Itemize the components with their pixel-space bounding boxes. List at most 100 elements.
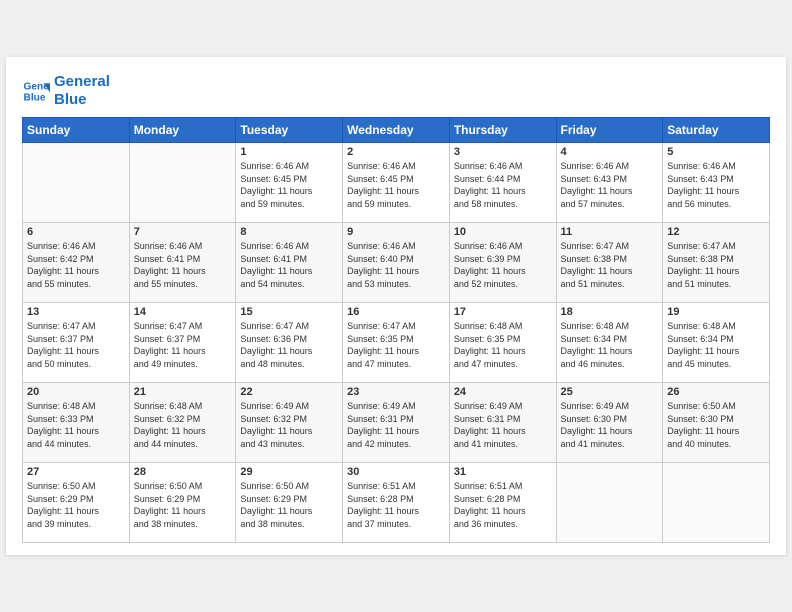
calendar-cell: 31 Sunrise: 6:51 AM Sunset: 6:28 PM Dayli… bbox=[449, 463, 556, 543]
calendar-cell: 27Sunrise: 6:50 AM Sunset: 6:29 PM Dayli… bbox=[23, 463, 130, 543]
svg-text:Blue: Blue bbox=[24, 92, 46, 103]
day-number: 31 bbox=[454, 466, 552, 478]
calendar-cell bbox=[129, 143, 236, 223]
calendar-cell: 15Sunrise: 6:47 AM Sunset: 6:36 PM Dayli… bbox=[236, 303, 343, 383]
cell-info: Sunrise: 6:48 AM Sunset: 6:34 PM Dayligh… bbox=[561, 320, 659, 370]
calendar-cell: 8 Sunrise: 6:46 AM Sunset: 6:41 PM Daylig… bbox=[236, 223, 343, 303]
day-number: 6 bbox=[27, 226, 125, 238]
day-number: 7 bbox=[134, 226, 232, 238]
calendar-cell: 9 Sunrise: 6:46 AM Sunset: 6:40 PM Daylig… bbox=[343, 223, 450, 303]
cell-info: Sunrise: 6:48 AM Sunset: 6:35 PM Dayligh… bbox=[454, 320, 552, 370]
day-number: 12 bbox=[667, 226, 765, 238]
cell-info: Sunrise: 6:49 AM Sunset: 6:31 PM Dayligh… bbox=[454, 400, 552, 450]
cell-info: Sunrise: 6:46 AM Sunset: 6:45 PM Dayligh… bbox=[347, 160, 445, 210]
day-number: 14 bbox=[134, 306, 232, 318]
calendar-cell: 7 Sunrise: 6:46 AM Sunset: 6:41 PM Daylig… bbox=[129, 223, 236, 303]
cell-info: Sunrise: 6:50 AM Sunset: 6:29 PM Dayligh… bbox=[27, 480, 125, 530]
day-number: 3 bbox=[454, 146, 552, 158]
calendar-cell: 30 Sunrise: 6:51 AM Sunset: 6:28 PM Dayli… bbox=[343, 463, 450, 543]
day-number: 26 bbox=[667, 386, 765, 398]
calendar-week-row: 1 Sunrise: 6:46 AM Sunset: 6:45 PM Daylig… bbox=[23, 143, 770, 223]
cell-info: Sunrise: 6:46 AM Sunset: 6:42 PM Dayligh… bbox=[27, 240, 125, 290]
day-number: 18 bbox=[561, 306, 659, 318]
calendar-cell: 5 Sunrise: 6:46 AM Sunset: 6:43 PM Daylig… bbox=[663, 143, 770, 223]
logo-blue: Blue bbox=[54, 91, 110, 109]
calendar-cell: 25 Sunrise: 6:49 AM Sunset: 6:30 PM Dayli… bbox=[556, 383, 663, 463]
day-number: 25 bbox=[561, 386, 659, 398]
calendar-cell: 20Sunrise: 6:48 AM Sunset: 6:33 PM Dayli… bbox=[23, 383, 130, 463]
calendar-week-row: 13 Sunrise: 6:47 AM Sunset: 6:37 PM Dayli… bbox=[23, 303, 770, 383]
calendar-header-row: SundayMondayTuesdayWednesdayThursdayFrid… bbox=[23, 118, 770, 143]
calendar-cell bbox=[663, 463, 770, 543]
cell-info: Sunrise: 6:47 AM Sunset: 6:37 PM Dayligh… bbox=[27, 320, 125, 370]
calendar-table: SundayMondayTuesdayWednesdayThursdayFrid… bbox=[22, 117, 770, 543]
weekday-header: Wednesday bbox=[343, 118, 450, 143]
calendar-cell: 16Sunrise: 6:47 AM Sunset: 6:35 PM Dayli… bbox=[343, 303, 450, 383]
day-number: 28 bbox=[134, 466, 232, 478]
calendar-week-row: 27Sunrise: 6:50 AM Sunset: 6:29 PM Dayli… bbox=[23, 463, 770, 543]
weekday-header: Monday bbox=[129, 118, 236, 143]
calendar-cell: 13 Sunrise: 6:47 AM Sunset: 6:37 PM Dayli… bbox=[23, 303, 130, 383]
calendar-header: General Blue General Blue bbox=[22, 73, 770, 109]
day-number: 30 bbox=[347, 466, 445, 478]
calendar-cell: 29Sunrise: 6:50 AM Sunset: 6:29 PM Dayli… bbox=[236, 463, 343, 543]
day-number: 22 bbox=[240, 386, 338, 398]
weekday-header: Saturday bbox=[663, 118, 770, 143]
day-number: 10 bbox=[454, 226, 552, 238]
calendar-cell: 17 Sunrise: 6:48 AM Sunset: 6:35 PM Dayli… bbox=[449, 303, 556, 383]
calendar-cell: 4 Sunrise: 6:46 AM Sunset: 6:43 PM Daylig… bbox=[556, 143, 663, 223]
weekday-header: Sunday bbox=[23, 118, 130, 143]
cell-info: Sunrise: 6:49 AM Sunset: 6:30 PM Dayligh… bbox=[561, 400, 659, 450]
calendar-cell bbox=[23, 143, 130, 223]
day-number: 23 bbox=[347, 386, 445, 398]
calendar-cell: 21Sunrise: 6:48 AM Sunset: 6:32 PM Dayli… bbox=[129, 383, 236, 463]
cell-info: Sunrise: 6:50 AM Sunset: 6:30 PM Dayligh… bbox=[667, 400, 765, 450]
calendar-cell: 18 Sunrise: 6:48 AM Sunset: 6:34 PM Dayli… bbox=[556, 303, 663, 383]
logo-general: General bbox=[54, 73, 110, 91]
calendar-cell: 3 Sunrise: 6:46 AM Sunset: 6:44 PM Daylig… bbox=[449, 143, 556, 223]
cell-info: Sunrise: 6:49 AM Sunset: 6:32 PM Dayligh… bbox=[240, 400, 338, 450]
cell-info: Sunrise: 6:50 AM Sunset: 6:29 PM Dayligh… bbox=[134, 480, 232, 530]
calendar-week-row: 20Sunrise: 6:48 AM Sunset: 6:33 PM Dayli… bbox=[23, 383, 770, 463]
day-number: 29 bbox=[240, 466, 338, 478]
cell-info: Sunrise: 6:46 AM Sunset: 6:45 PM Dayligh… bbox=[240, 160, 338, 210]
day-number: 9 bbox=[347, 226, 445, 238]
day-number: 1 bbox=[240, 146, 338, 158]
cell-info: Sunrise: 6:46 AM Sunset: 6:41 PM Dayligh… bbox=[134, 240, 232, 290]
cell-info: Sunrise: 6:46 AM Sunset: 6:44 PM Dayligh… bbox=[454, 160, 552, 210]
calendar-container: General Blue General Blue SundayMondayTu… bbox=[6, 57, 786, 555]
cell-info: Sunrise: 6:51 AM Sunset: 6:28 PM Dayligh… bbox=[454, 480, 552, 530]
calendar-week-row: 6 Sunrise: 6:46 AM Sunset: 6:42 PM Daylig… bbox=[23, 223, 770, 303]
day-number: 16 bbox=[347, 306, 445, 318]
cell-info: Sunrise: 6:51 AM Sunset: 6:28 PM Dayligh… bbox=[347, 480, 445, 530]
cell-info: Sunrise: 6:46 AM Sunset: 6:41 PM Dayligh… bbox=[240, 240, 338, 290]
day-number: 20 bbox=[27, 386, 125, 398]
logo: General Blue General Blue bbox=[22, 73, 110, 109]
day-number: 11 bbox=[561, 226, 659, 238]
calendar-cell: 11Sunrise: 6:47 AM Sunset: 6:38 PM Dayli… bbox=[556, 223, 663, 303]
day-number: 4 bbox=[561, 146, 659, 158]
cell-info: Sunrise: 6:46 AM Sunset: 6:43 PM Dayligh… bbox=[667, 160, 765, 210]
cell-info: Sunrise: 6:46 AM Sunset: 6:40 PM Dayligh… bbox=[347, 240, 445, 290]
day-number: 5 bbox=[667, 146, 765, 158]
cell-info: Sunrise: 6:49 AM Sunset: 6:31 PM Dayligh… bbox=[347, 400, 445, 450]
cell-info: Sunrise: 6:48 AM Sunset: 6:34 PM Dayligh… bbox=[667, 320, 765, 370]
calendar-cell: 6 Sunrise: 6:46 AM Sunset: 6:42 PM Daylig… bbox=[23, 223, 130, 303]
day-number: 8 bbox=[240, 226, 338, 238]
weekday-header: Tuesday bbox=[236, 118, 343, 143]
calendar-cell: 2 Sunrise: 6:46 AM Sunset: 6:45 PM Daylig… bbox=[343, 143, 450, 223]
calendar-cell: 24Sunrise: 6:49 AM Sunset: 6:31 PM Dayli… bbox=[449, 383, 556, 463]
day-number: 2 bbox=[347, 146, 445, 158]
weekday-header: Thursday bbox=[449, 118, 556, 143]
cell-info: Sunrise: 6:47 AM Sunset: 6:36 PM Dayligh… bbox=[240, 320, 338, 370]
logo-icon: General Blue bbox=[22, 77, 50, 105]
cell-info: Sunrise: 6:46 AM Sunset: 6:43 PM Dayligh… bbox=[561, 160, 659, 210]
calendar-body: 1 Sunrise: 6:46 AM Sunset: 6:45 PM Daylig… bbox=[23, 143, 770, 543]
day-number: 13 bbox=[27, 306, 125, 318]
svg-text:General: General bbox=[24, 81, 50, 92]
calendar-cell: 23 Sunrise: 6:49 AM Sunset: 6:31 PM Dayli… bbox=[343, 383, 450, 463]
calendar-cell bbox=[556, 463, 663, 543]
calendar-cell: 14Sunrise: 6:47 AM Sunset: 6:37 PM Dayli… bbox=[129, 303, 236, 383]
weekday-header: Friday bbox=[556, 118, 663, 143]
day-number: 17 bbox=[454, 306, 552, 318]
